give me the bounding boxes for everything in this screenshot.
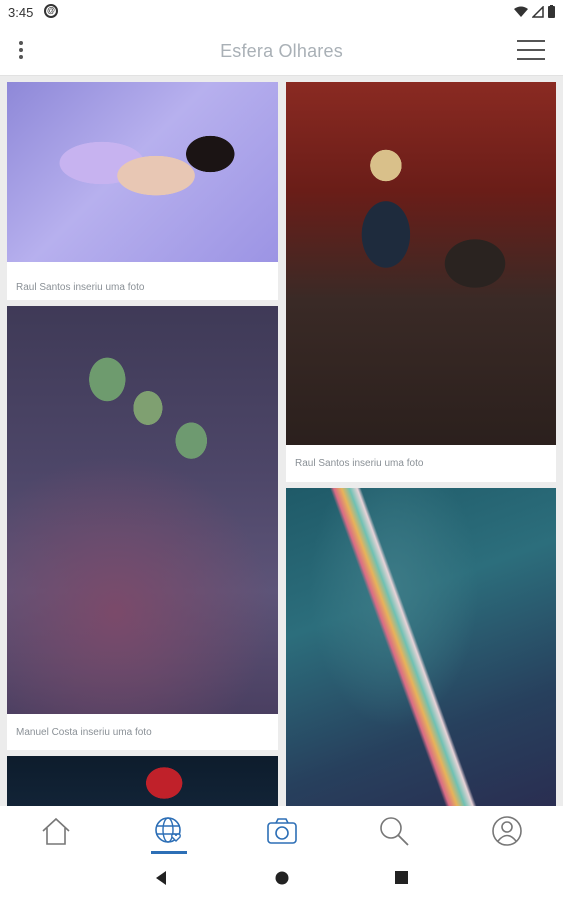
- post-card[interactable]: Raul Santos inseriu uma foto: [7, 82, 278, 300]
- menu-icon[interactable]: [517, 40, 545, 62]
- nav-home[interactable]: [36, 812, 76, 852]
- post-photo[interactable]: [7, 306, 278, 714]
- bottom-navigation: [0, 806, 563, 858]
- profile-icon: [492, 816, 522, 846]
- status-time: 3:45: [8, 5, 34, 20]
- post-photo[interactable]: [7, 82, 278, 262]
- nav-search[interactable]: [374, 812, 414, 852]
- post-caption: Manuel Costa inseriu uma foto: [16, 727, 152, 738]
- post-photo[interactable]: [286, 488, 556, 806]
- post-card[interactable]: Raul Santos inseriu uma foto: [286, 82, 556, 482]
- status-icons: [514, 5, 555, 18]
- battery-icon: [548, 5, 555, 18]
- signal-icon: [532, 5, 544, 18]
- post-caption: Raul Santos inseriu uma foto: [16, 282, 145, 293]
- post-card[interactable]: [286, 488, 556, 806]
- notification-icon: @: [44, 4, 58, 18]
- home-button-icon[interactable]: [275, 871, 289, 885]
- post-caption: Raul Santos inseriu uma foto: [295, 458, 424, 469]
- nav-camera[interactable]: [262, 812, 302, 852]
- post-photo[interactable]: [286, 82, 556, 445]
- nav-profile[interactable]: [487, 812, 527, 852]
- photo-feed[interactable]: Raul Santos inseriu uma foto Manuel Cost…: [0, 76, 563, 806]
- status-bar: 3:45 @: [0, 0, 563, 26]
- globe-heart-icon: [155, 817, 181, 843]
- post-card[interactable]: Manuel Costa inseriu uma foto: [7, 306, 278, 750]
- recents-icon[interactable]: [395, 871, 408, 884]
- camera-icon: [267, 818, 297, 844]
- home-icon: [42, 817, 70, 845]
- search-icon: [380, 817, 409, 846]
- page-title: Esfera Olhares: [220, 41, 343, 61]
- nav-explore[interactable]: [149, 812, 189, 854]
- active-indicator: [151, 851, 187, 854]
- system-navigation: [0, 858, 563, 900]
- app-screen: 3:45 @ Esfera Olhares Raul Santos inseri…: [0, 0, 563, 900]
- app-bar: Esfera Olhares: [0, 26, 563, 76]
- post-photo[interactable]: [7, 756, 278, 806]
- back-icon[interactable]: [154, 870, 168, 886]
- post-card[interactable]: [7, 756, 278, 806]
- wifi-icon: [514, 6, 528, 17]
